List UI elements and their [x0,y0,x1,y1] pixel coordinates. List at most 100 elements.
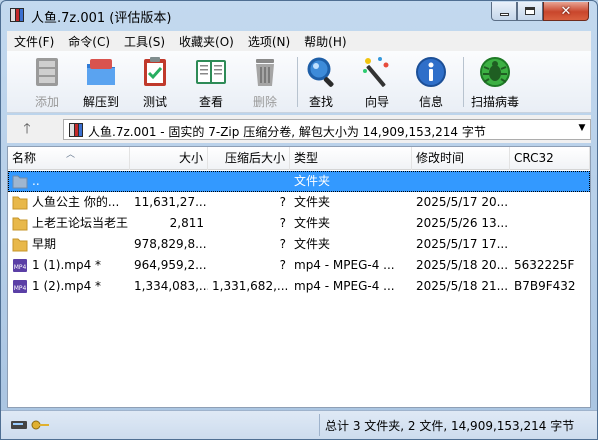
close-button[interactable]: ✕ [543,2,589,21]
status-summary: 总计 3 文件夹, 2 文件, 14,909,153,214 字节 [325,419,575,433]
item-name: 1 (2).mp4 * [32,279,102,293]
magnifier-icon [307,57,334,87]
item-type: mp4 - MPEG-4 ... [294,279,395,293]
menu-tools[interactable]: 工具(S) [117,33,172,50]
item-modified: 2025/5/18 21... [416,279,509,293]
item-name: 1 (1).mp4 * [32,258,102,272]
column-size[interactable]: 大小 [130,147,208,170]
item-crc32: B7B9F432 [514,279,576,293]
mp4-file-icon: MP4 [13,259,27,272]
info-button[interactable]: 信息 [405,51,457,113]
delete-label: 删除 [252,95,277,109]
column-name[interactable]: 名称 ︿ [8,147,130,170]
column-crc32[interactable]: CRC32 [510,147,590,170]
trash-icon [256,59,274,86]
view-book-icon [196,60,226,84]
add-button[interactable]: 添加 [21,51,73,113]
test-clipboard-icon [144,57,166,86]
toolbar: 添加 解压到 测试 查看 删除 查找 向导 信息 扫描病毒 [7,51,591,113]
item-size: 964,959,2... [134,258,207,272]
status-bar: 总计 3 文件夹, 2 文件, 14,909,153,214 字节 [1,410,597,439]
item-name: 人鱼公主 你的... [32,195,120,209]
virus-scan-label: 扫描病毒 [470,95,519,109]
menu-file[interactable]: 文件(F) [7,33,61,50]
extract-label: 解压到 [82,95,119,109]
maximize-icon [525,7,535,15]
toolbar-separator [463,57,464,107]
file-list[interactable]: 名称 ︿ 大小 压缩后大小 类型 修改时间 CRC32 .. 文件夹 人鱼公主 … [7,146,591,408]
wizard-wand-icon [363,57,389,87]
column-packed-size[interactable]: 压缩后大小 [208,147,290,170]
view-label: 查看 [198,95,223,109]
delete-button[interactable]: 删除 [239,51,291,113]
item-name: 早期 [32,237,57,251]
item-size: 2,811 [169,216,204,230]
wizard-label: 向导 [364,95,389,109]
info-icon [416,57,446,87]
app-window: 人鱼.7z.001 (评估版本) ✕ 文件(F) 命令(C) 工具(S) 收藏夹… [0,0,598,440]
virus-scan-button[interactable]: 扫描病毒 [469,51,521,113]
item-type: 文件夹 [294,216,331,230]
menu-help[interactable]: 帮助(H) [297,33,353,50]
folder-icon [12,238,28,252]
mp4-file-icon: MP4 [13,280,27,293]
list-item[interactable]: MP4 1 (2).mp4 * 1,334,083,... 1,331,682,… [8,276,590,297]
item-modified: 2025/5/26 13... [416,216,509,230]
window-title: 人鱼.7z.001 (评估版本) [31,11,172,26]
extract-folder-icon [87,59,115,85]
wizard-button[interactable]: 向导 [351,51,403,113]
menu-command[interactable]: 命令(C) [61,33,117,50]
svg-text:MP4: MP4 [14,264,27,271]
title-bar[interactable]: 人鱼.7z.001 (评估版本) ✕ [1,1,597,31]
add-archive-icon [36,58,58,86]
item-type: mp4 - MPEG-4 ... [294,258,395,272]
item-packed-size: ? [279,195,286,209]
item-size: 11,631,27... [134,195,207,209]
extract-button[interactable]: 解压到 [75,51,127,113]
address-text: 人鱼.7z.001 - 固实的 7-Zip 压缩分卷, 解包大小为 14,909… [88,125,486,139]
item-packed-size: ? [279,237,286,251]
close-icon: ✕ [560,3,572,19]
parent-folder-icon [12,175,28,189]
7zip-archive-icon [69,123,83,137]
list-item[interactable]: 人鱼公主 你的... 11,631,27... ? 文件夹 2025/5/17 … [8,192,590,213]
item-modified: 2025/5/18 20... [416,258,509,272]
test-button[interactable]: 测试 [129,51,181,113]
folder-icon [12,217,28,231]
item-packed-size: 1,331,682,... [212,279,289,293]
find-button[interactable]: 查找 [295,51,347,113]
sort-ascending-icon: ︿ [66,150,76,160]
item-type: 文件夹 [294,195,331,209]
list-item[interactable]: MP4 1 (1).mp4 * 964,959,2... ? mp4 - MPE… [8,255,590,276]
list-item-parent[interactable]: .. 文件夹 [8,171,590,192]
status-separator [319,414,320,436]
item-type: 文件夹 [294,237,331,251]
test-label: 测试 [142,95,167,109]
view-button[interactable]: 查看 [185,51,237,113]
chevron-down-icon[interactable]: ▼ [576,123,588,133]
item-modified: 2025/5/17 17... [416,237,509,251]
key-icon [31,420,41,430]
list-item[interactable]: 早期 978,829,8... ? 文件夹 2025/5/17 17... [8,234,590,255]
column-type[interactable]: 类型 [290,147,412,170]
maximize-button[interactable] [517,2,543,21]
item-crc32: 5632225F [514,258,575,272]
up-arrow-icon[interactable]: 🡑 [17,120,37,138]
item-name: 上老王论坛当老王 [32,216,129,230]
menu-favorites[interactable]: 收藏夹(O) [172,33,241,50]
info-label: 信息 [418,95,443,109]
address-combobox[interactable]: 人鱼.7z.001 - 固实的 7-Zip 压缩分卷, 解包大小为 14,909… [63,119,591,140]
address-row: 🡑 人鱼.7z.001 - 固实的 7-Zip 压缩分卷, 解包大小为 14,9… [7,115,591,143]
virus-scan-icon [480,57,510,87]
column-modified[interactable]: 修改时间 [412,147,510,170]
item-size: 978,829,8... [134,237,207,251]
minimize-button[interactable] [491,2,517,21]
item-packed-size: ? [279,258,286,272]
column-name-label: 名称 [12,151,37,165]
list-header: 名称 ︿ 大小 压缩后大小 类型 修改时间 CRC32 [8,147,590,170]
status-icons [11,420,49,430]
list-item[interactable]: 上老王论坛当老王 2,811 ? 文件夹 2025/5/26 13... [8,213,590,234]
menu-options[interactable]: 选项(N) [241,33,297,50]
item-size: 1,334,083,... [134,279,208,293]
folder-icon [12,196,28,210]
